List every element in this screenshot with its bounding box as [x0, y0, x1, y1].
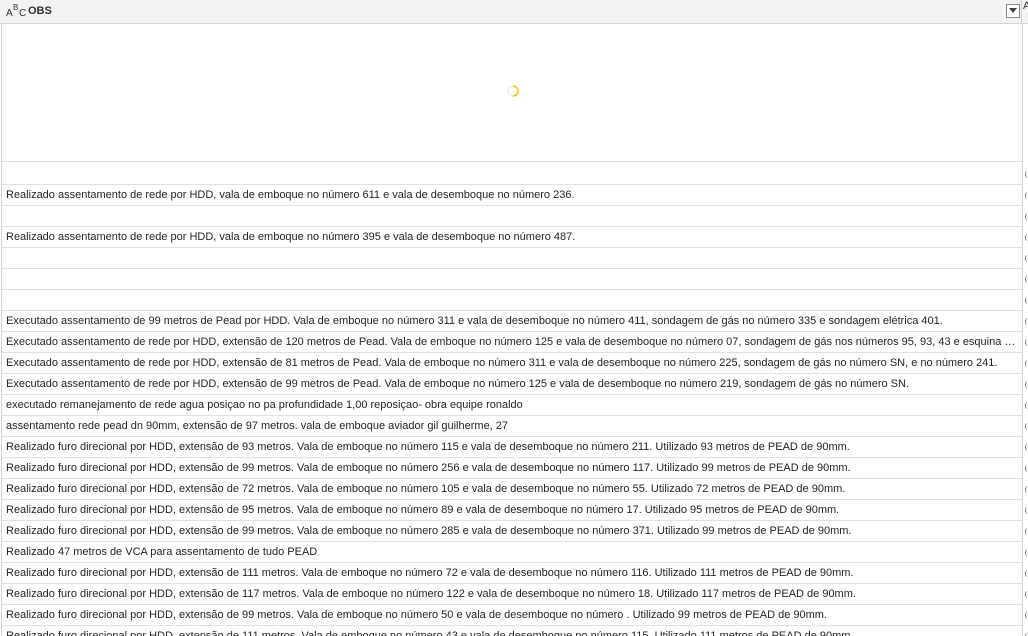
obs-cell[interactable]: executado remanejamento de rede agua pos…	[6, 399, 1016, 412]
text-type-icon[interactable]: A B C	[6, 3, 28, 21]
obs-cell[interactable]: Realizado furo direcional por HDD, exten…	[6, 483, 1016, 496]
table-row[interactable]: Executado assentamento de rede por HDD, …	[2, 374, 1022, 395]
table-row[interactable]: Realizado assentamento de rede por HDD, …	[2, 227, 1022, 248]
table-row[interactable]: Realizado furo direcional por HDD, exten…	[2, 521, 1022, 542]
table-row[interactable]: assentamento rede pead dn 90mm, extensão…	[2, 416, 1022, 437]
table-row[interactable]: Realizado furo direcional por HDD, exten…	[2, 479, 1022, 500]
table-row[interactable]: Executado assentamento de rede por HDD, …	[2, 332, 1022, 353]
table-row[interactable]: Realizado furo direcional por HDD, exten…	[2, 437, 1022, 458]
table-row[interactable]: executado remanejamento de rede agua pos…	[2, 395, 1022, 416]
column-title: OBS	[28, 5, 52, 17]
table-row[interactable]: Executado assentamento de rede por HDD, …	[2, 353, 1022, 374]
obs-cell[interactable]: Executado assentamento de rede por HDD, …	[6, 378, 1016, 391]
dropdown-arrow-icon[interactable]	[1006, 4, 1020, 18]
obs-cell[interactable]: Realizado furo direcional por HDD, exten…	[6, 567, 1016, 580]
obs-cell[interactable]: Realizado furo direcional por HDD, exten…	[6, 504, 1016, 517]
loading-area	[2, 24, 1022, 162]
obs-cell[interactable]: Realizado furo direcional por HDD, exten…	[6, 441, 1016, 454]
obs-cell[interactable]: Executado assentamento de rede por HDD, …	[6, 357, 1016, 370]
table-row[interactable]: Realizado furo direcional por HDD, exten…	[2, 458, 1022, 479]
obs-cell[interactable]: Realizado assentamento de rede por HDD, …	[6, 231, 1016, 244]
column-header-obs[interactable]: A B C OBS	[2, 0, 1022, 23]
column-header-bar: A B C OBS A	[0, 0, 1028, 24]
table-row[interactable]: Realizado furo direcional por HDD, exten…	[2, 563, 1022, 584]
table-row[interactable]	[2, 164, 1022, 185]
next-column-header[interactable]: A	[1023, 0, 1028, 23]
table-row[interactable]	[2, 206, 1022, 227]
table-row[interactable]: Executado assentamento de 99 metros de P…	[2, 311, 1022, 332]
obs-cell[interactable]: Executado assentamento de rede por HDD, …	[6, 336, 1016, 349]
obs-cell[interactable]: Executado assentamento de 99 metros de P…	[6, 315, 1016, 328]
data-grid: A B C OBS A Realizado assentamento de re…	[0, 0, 1028, 636]
table-row[interactable]: Realizado furo direcional por HDD, exten…	[2, 605, 1022, 626]
table-row[interactable]	[2, 248, 1022, 269]
table-row[interactable]	[2, 269, 1022, 290]
obs-cell[interactable]: Realizado furo direcional por HDD, exten…	[6, 525, 1016, 538]
table-row[interactable]: Realizado furo direcional por HDD, exten…	[2, 500, 1022, 521]
obs-cell[interactable]: assentamento rede pead dn 90mm, extensão…	[6, 420, 1016, 433]
table-row[interactable]: Realizado furo direcional por HDD, exten…	[2, 626, 1022, 636]
loading-spinner-icon	[507, 85, 519, 97]
table-row[interactable]: Realizado furo direcional por HDD, exten…	[2, 584, 1022, 605]
table-row[interactable]	[2, 290, 1022, 311]
table-row[interactable]: Realizado assentamento de rede por HDD, …	[2, 185, 1022, 206]
obs-cell[interactable]: Realizado furo direcional por HDD, exten…	[6, 462, 1016, 475]
obs-cell[interactable]: Realizado furo direcional por HDD, exten…	[6, 588, 1016, 601]
obs-cell[interactable]: Realizado assentamento de rede por HDD, …	[6, 189, 1016, 202]
next-column-cells	[1023, 24, 1028, 636]
obs-cell[interactable]: Realizado furo direcional por HDD, exten…	[6, 609, 1016, 622]
obs-cell[interactable]: Realizado furo direcional por HDD, exten…	[6, 630, 1016, 636]
table-row[interactable]: Realizado 47 metros de VCA para assentam…	[2, 542, 1022, 563]
obs-cell[interactable]: Realizado 47 metros de VCA para assentam…	[6, 546, 1016, 559]
